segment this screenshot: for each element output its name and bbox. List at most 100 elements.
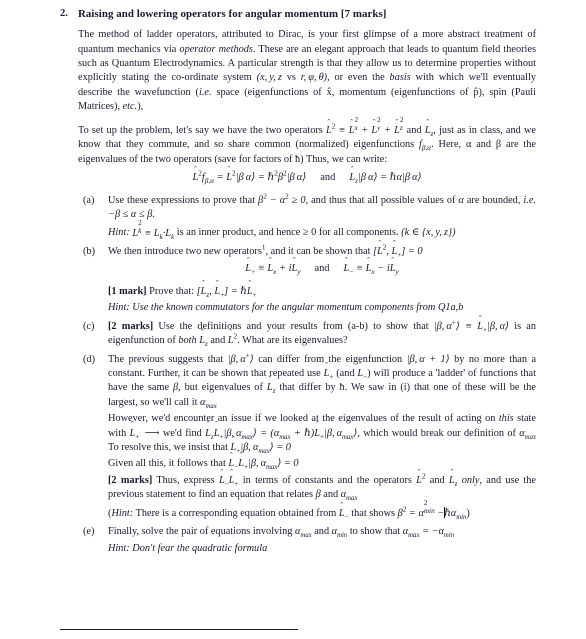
subitem-c: (c) [2 marks] Use the definitions and yo… — [78, 318, 536, 349]
subitem-b-text: We then introduce two new operators1, an… — [108, 243, 536, 259]
intro-italic-operator-methods: operator methods — [179, 43, 253, 55]
math-commutator-L2-Lplus: [̂L2, ̂L+] = 0 — [373, 243, 423, 259]
subitem-a: (a) Use these expressions to prove that … — [78, 192, 536, 241]
intro-math-coordinates: (x, y, z vs r, φ, θ) — [256, 72, 328, 84]
subitem-d-p4-text-2: in terms of constants and the operators — [238, 474, 417, 486]
math-alpha-max-equals-neg-alpha-min: αmax = −αmin — [402, 526, 455, 540]
subitem-c-text-3: and — [207, 335, 228, 347]
math-Lplus-annihilate: ̂L+|β, αmax⟩ = 0 — [230, 441, 291, 456]
subitem-a-text: Use these expressions to prove that β2 −… — [108, 192, 536, 223]
math-Lk-squared-inner-product: L2k ≡ Lk·Lk — [132, 219, 175, 241]
subitem-c-text-4: . What are its eigenvalues? — [237, 335, 348, 347]
math-k-in-set: (k ∈ {x, y, z}) — [401, 227, 456, 239]
subitem-a-text-3: are bounded, — [463, 194, 524, 206]
subitem-e-label: (e) — [83, 526, 95, 538]
math-beta-sq-minus-alpha-sq: β2 − α2 ≥ 0 — [258, 192, 306, 206]
subitem-d-p5-close-paren: ) — [466, 507, 470, 519]
subitem-e-text-3: to show that — [347, 526, 403, 538]
intro-paragraph-2: To set up the problem, let's say we have… — [78, 116, 536, 167]
subitem-a-text-4: . — [152, 209, 155, 221]
math-ket-alpha-plus-one: |β, α + 1⟩ — [406, 353, 450, 365]
display-equation-1-left: ̂L2fβ,α = ̂L2|β α⟩ = ℏ2β2|β α⟩ — [192, 169, 307, 186]
subitem-c-italic-both: both — [178, 335, 197, 347]
display-equation-1: ̂L2fβ,α = ̂L2|β α⟩ = ℏ2β2|β α⟩ and̂Lz|β α… — [78, 169, 536, 186]
subitem-d-p4-text-5: and — [320, 489, 341, 501]
math-Lplus-d: ̂L+ — [323, 367, 334, 381]
subitem-b-label: (b) — [83, 245, 96, 257]
intro-italic-ie: i.e. — [198, 86, 212, 98]
intro-text-2a: To set up the problem, let's say we have… — [78, 124, 326, 136]
subitem-d-marks: [2 marks] — [108, 474, 153, 486]
math-Lplus-arrow: ̂L+ ⟶ — [129, 427, 160, 441]
intro-italic-basis: basis — [389, 72, 411, 84]
subitem-b-text-2: , and it can be shown that — [265, 245, 374, 257]
subitem-c-text-1: Use the definitions and your results fro… — [153, 320, 434, 332]
subitem-a-hint: Hint: L2k ≡ Lk·Lk is an inner product, a… — [108, 219, 536, 241]
subitem-d-hint-label: Hint: — [111, 507, 134, 519]
subitem-d-paragraph-5-hint: (Hint: There is a corresponding equation… — [108, 499, 536, 522]
math-alpha-max-d2: αmax — [519, 427, 536, 441]
math-beta-squared-alpha-min: β2 = α 2 min −ℏαmin — [397, 499, 467, 521]
math-alpha-min-e: αmin — [331, 526, 348, 540]
subitem-b: (b) We then introduce two new operators1… — [78, 243, 536, 316]
subitem-c-text: [2 marks] Use the definitions and your r… — [108, 318, 536, 349]
subitem-e: (e) Finally, solve the pair of equations… — [78, 525, 536, 556]
subitem-b-prove-line: [1 mark] Prove that: [̂Lz, ̂L+] = ℏ̂L+ — [108, 285, 536, 299]
display-equation-2: ̂L+ ≡ ̂Lx + îLy and̂L− ≡ ̂Lx − îLy — [108, 262, 536, 277]
problem-2: 2. Raising and lowering operators for an… — [0, 0, 586, 556]
subitem-d-p4-text-3: and — [425, 474, 449, 486]
intro-text-2b: and — [403, 124, 425, 136]
problem-title: Raising and lowering operators for angul… — [78, 8, 387, 20]
problem-number: 2. — [60, 8, 68, 19]
display-equation-2-right: ̂L− ≡ ̂Lx − îLy — [343, 263, 399, 277]
math-Lminus-Lplus-annihilate: ̂L−̂L+|β, αmax⟩ = 0 — [228, 458, 299, 472]
subitem-a-label: (a) — [83, 194, 95, 206]
math-Lz-Lplus-eigenvalue: ̂LẑL+|β, αmax⟩ = (αmax + ℏ)̂L+|β, αmax⟩ — [205, 427, 358, 441]
subitem-d-p5-text-2: that shows — [348, 507, 398, 519]
subitem-d-p1-text-4: (and — [333, 367, 358, 379]
subitem-d-paragraph-3: Given all this, it follows that ̂L−̂L+|β… — [108, 457, 536, 471]
subitem-a-text-1: Use these expressions to prove that — [108, 194, 259, 206]
subitem-a-hint-label: Hint: — [108, 227, 130, 239]
math-f-beta-alpha: fβ,α — [419, 139, 432, 153]
math-alpha-max-d4: αmax — [340, 489, 358, 503]
text-cursor — [443, 506, 445, 518]
intro-italic-etc: etc. — [122, 101, 138, 113]
math-alpha-bounds: −β ≤ α ≤ β — [108, 209, 153, 221]
math-Lminus-d: ̂L− — [357, 367, 368, 381]
subitem-d-p2-text-3: we'd find — [159, 427, 206, 439]
display-equation-2-conjunction: and — [314, 263, 330, 275]
intro-paragraph-1: The method of ladder operators, attribut… — [78, 28, 536, 114]
math-ket-beta-alpha-plus: |β, α+⟩ ≡ ̂L+|β, α⟩ — [433, 318, 510, 334]
intro-text-1f: ), — [137, 101, 144, 113]
display-equation-1-right: ̂Lz|β α⟩ = ℏα|β α⟩ — [349, 172, 422, 186]
subitem-d-p1-text-1: The previous suggests that — [108, 353, 228, 365]
subitem-d-p1-text-2: can differ from the eigenfunction — [253, 353, 407, 365]
math-Lminus-d5: ̂L− — [338, 507, 349, 521]
subitem-b-text-1: We then introduce two new operators — [108, 245, 262, 257]
subitem-b-prove-text: Prove that: — [146, 285, 197, 297]
subitem-a-text-2: , and thus that all possible values of — [305, 194, 459, 206]
math-commutator-Lz-Lplus: [̂Lz, ̂L+] = ℏ̂L+ — [196, 285, 257, 299]
math-L-squared-definition: ̂L2 ≡ ̂L2x + ̂L2y + ̂L2z — [326, 116, 404, 136]
footnote-separator-rule — [60, 629, 298, 630]
math-L-squared-d4: ̂L2 — [416, 472, 426, 486]
subitem-e-text-2: and — [311, 526, 332, 538]
document-page: 2. Raising and lowering operators for an… — [0, 0, 586, 639]
math-Lz-c: ̂Lz — [199, 335, 208, 349]
subitem-d-italic-this: this — [498, 413, 514, 425]
subitem-b-hint: Hint: Use the known commutators for the … — [108, 302, 464, 314]
subitem-c-label: (c) — [83, 320, 95, 332]
math-Lminus-Lplus: ̂L−̂L+ — [218, 474, 239, 488]
subitem-d-p4-text-1: Thus, express — [152, 474, 219, 486]
subitem-e-text: Finally, solve the pair of equations inv… — [108, 525, 536, 539]
math-alpha-max-d1: αmax — [200, 396, 217, 410]
intro-text-1c: , or even the — [327, 72, 390, 84]
subitem-b-marks: [1 mark] — [108, 285, 147, 297]
subitem-d-p2-text-5: To resolve this, we insist that — [108, 441, 231, 453]
subitem-a-hint-text: is an inner product, and hence ≥ 0 for a… — [174, 227, 402, 239]
subitem-d-p2-text-1: However, we'd encounter an issue if we l… — [108, 413, 499, 425]
subitem-c-marks: [2 marks] — [108, 320, 154, 332]
subitem-d-p5-text-1: There is a corresponding equation obtain… — [133, 507, 339, 519]
subitem-d: (d) The previous suggests that |β, α+⟩ c… — [78, 352, 536, 522]
